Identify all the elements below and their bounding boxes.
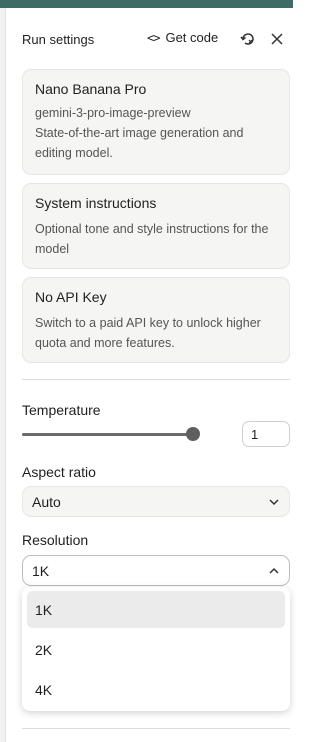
aspect-ratio-value: Auto [32,493,61,510]
model-id: gemini-3-pro-image-preview [35,106,191,120]
top-accent-bar [0,0,293,8]
system-instructions-description: Optional tone and style instructions for… [35,222,269,256]
resolution-select[interactable]: 1K [22,555,290,586]
model-name: Nano Banana Pro [35,81,147,97]
resolution-label: Resolution [22,532,89,548]
code-icon: <> [147,30,160,45]
aspect-ratio-select[interactable]: Auto [22,486,290,517]
model-description: State-of-the-art image generation and ed… [35,126,244,160]
reset-icon[interactable] [239,30,257,48]
api-key-title: No API Key [35,289,107,305]
resolution-option-2k[interactable]: 2K [27,631,285,668]
section-divider [22,379,290,380]
get-code-label: Get code [165,30,219,45]
resolution-option-4k[interactable]: 4K [27,671,285,708]
chevron-up-icon [269,567,279,574]
aspect-ratio-label: Aspect ratio [22,464,96,480]
resolution-option-1k[interactable]: 1K [27,591,285,628]
bottom-divider [22,728,290,729]
left-panel-edge [0,8,6,742]
panel-title: Run settings [22,31,95,47]
api-key-card[interactable]: No API Key Switch to a paid API key to u… [22,277,290,363]
resolution-dropdown-menu: 1K 2K 4K [22,587,290,711]
system-instructions-card[interactable]: System instructions Optional tone and st… [22,183,290,269]
temperature-input[interactable] [242,421,290,447]
get-code-button[interactable]: <> Get code [147,30,218,45]
close-icon[interactable] [268,30,286,48]
chevron-down-icon [269,499,279,506]
model-card[interactable]: Nano Banana Pro gemini-3-pro-image-previ… [22,69,290,175]
run-settings-header: Run settings <> Get code [22,28,288,50]
api-key-description: Switch to a paid API key to unlock highe… [35,316,261,350]
temperature-slider-track[interactable] [22,433,194,436]
system-instructions-title: System instructions [35,195,157,211]
temperature-label: Temperature [22,402,101,418]
temperature-slider-thumb[interactable] [186,427,200,441]
resolution-value: 1K [32,562,50,579]
